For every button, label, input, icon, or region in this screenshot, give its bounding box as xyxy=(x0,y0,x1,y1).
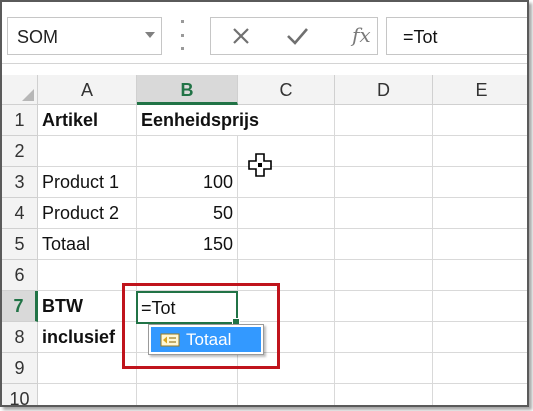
row-header-1[interactable]: 1 xyxy=(2,105,38,136)
drag-handle-icon[interactable] xyxy=(179,20,185,50)
select-all-icon xyxy=(22,89,34,101)
grid-line xyxy=(334,105,335,405)
chevron-down-icon[interactable] xyxy=(145,32,155,38)
column-header-a[interactable]: A xyxy=(38,75,137,105)
row-header-10[interactable]: 10 xyxy=(2,384,38,405)
cell-b1[interactable]: Eenheidsprijs xyxy=(141,105,260,135)
cell-b3[interactable]: 100 xyxy=(139,167,233,197)
insert-function-button[interactable]: fx xyxy=(352,23,371,47)
grid-line xyxy=(38,383,527,384)
name-box[interactable]: SOM xyxy=(7,17,162,55)
row-header-3[interactable]: 3 xyxy=(2,167,38,198)
row-header-8[interactable]: 8 xyxy=(2,322,38,353)
column-header-c[interactable]: C xyxy=(238,75,335,105)
cell-a1[interactable]: Artikel xyxy=(42,105,134,135)
cell-a5[interactable]: Totaal xyxy=(42,229,134,259)
grid-line xyxy=(38,259,527,260)
row-header-9[interactable]: 9 xyxy=(2,353,38,384)
cell-b4[interactable]: 50 xyxy=(139,198,233,228)
autocomplete-item-label: Totaal xyxy=(186,330,232,349)
row-header-4[interactable]: 4 xyxy=(2,198,38,229)
close-icon[interactable] xyxy=(221,21,261,51)
cell-b5[interactable]: 150 xyxy=(139,229,233,259)
cell-a7[interactable]: BTW xyxy=(42,291,122,321)
column-header-d[interactable]: D xyxy=(335,75,433,105)
formula-autocomplete-list: Totaal xyxy=(148,324,264,355)
row-header-6[interactable]: 6 xyxy=(2,260,38,291)
grid-line xyxy=(432,105,433,405)
column-header-b[interactable]: B xyxy=(137,75,238,105)
row-header-7[interactable]: 7 xyxy=(2,291,38,322)
column-header-e[interactable]: E xyxy=(433,75,527,105)
cell-a4[interactable]: Product 2 xyxy=(42,198,134,228)
grid-line xyxy=(38,352,527,353)
formula-input[interactable]: =Tot xyxy=(386,17,527,55)
grid-line xyxy=(38,135,527,136)
named-range-icon xyxy=(160,333,180,347)
cell-a3[interactable]: Product 1 xyxy=(42,167,134,197)
formula-buttons: fx xyxy=(210,17,378,55)
checkmark-icon[interactable] xyxy=(277,21,317,51)
cell-cursor-icon xyxy=(248,153,272,177)
formula-text: =Tot xyxy=(403,27,438,47)
cell-a8[interactable]: inclusief xyxy=(42,322,122,352)
row-header-2[interactable]: 2 xyxy=(2,136,38,167)
name-box-value: SOM xyxy=(17,27,59,47)
formula-bar: SOM fx =Tot xyxy=(2,2,527,64)
row-header-5[interactable]: 5 xyxy=(2,229,38,260)
autocomplete-item[interactable]: Totaal xyxy=(151,327,261,352)
select-all-button[interactable] xyxy=(2,75,38,105)
excel-window: SOM fx =Tot A B C D E 1 2 3 4 5 6 7 8 9 … xyxy=(0,0,529,407)
